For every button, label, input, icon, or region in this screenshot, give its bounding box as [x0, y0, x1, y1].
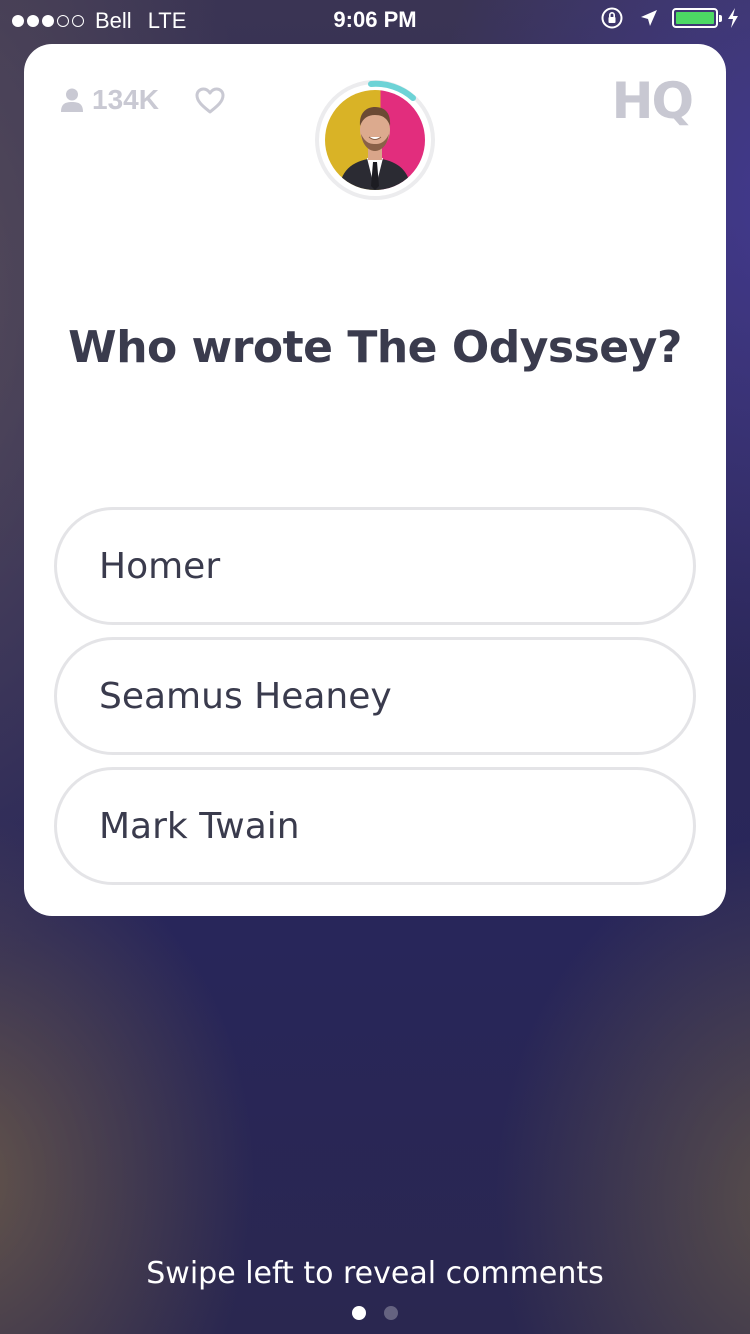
- page-dot-2[interactable]: [384, 1306, 398, 1320]
- viewer-count: 134K: [60, 84, 159, 116]
- swipe-hint: Swipe left to reveal comments: [146, 1256, 604, 1291]
- hq-logo: HQ: [611, 72, 694, 130]
- status-right: [600, 6, 740, 30]
- question-card: 134K HQ Who wrote The Odyssey? Homer Sea…: [24, 44, 726, 916]
- status-bar: Bell LTE 9:06 PM: [0, 0, 750, 40]
- answer-option-2[interactable]: Seamus Heaney: [54, 637, 696, 755]
- host-avatar: [315, 80, 435, 200]
- heart-icon[interactable]: [194, 86, 226, 114]
- answer-list: Homer Seamus Heaney Mark Twain: [54, 507, 696, 897]
- charging-bolt-icon: [728, 8, 738, 28]
- viewer-count-value: 134K: [92, 84, 159, 115]
- answer-option-3[interactable]: Mark Twain: [54, 767, 696, 885]
- page-dot-1[interactable]: [352, 1306, 366, 1320]
- person-icon: [61, 88, 83, 112]
- page-indicator[interactable]: [352, 1306, 416, 1320]
- question-text: Who wrote The Odyssey?: [68, 322, 682, 373]
- orientation-lock-icon: [601, 7, 623, 29]
- answer-option-1[interactable]: Homer: [54, 507, 696, 625]
- countdown-timer-arc: [368, 80, 416, 101]
- location-arrow-icon: [641, 10, 657, 26]
- battery-icon: [672, 8, 722, 28]
